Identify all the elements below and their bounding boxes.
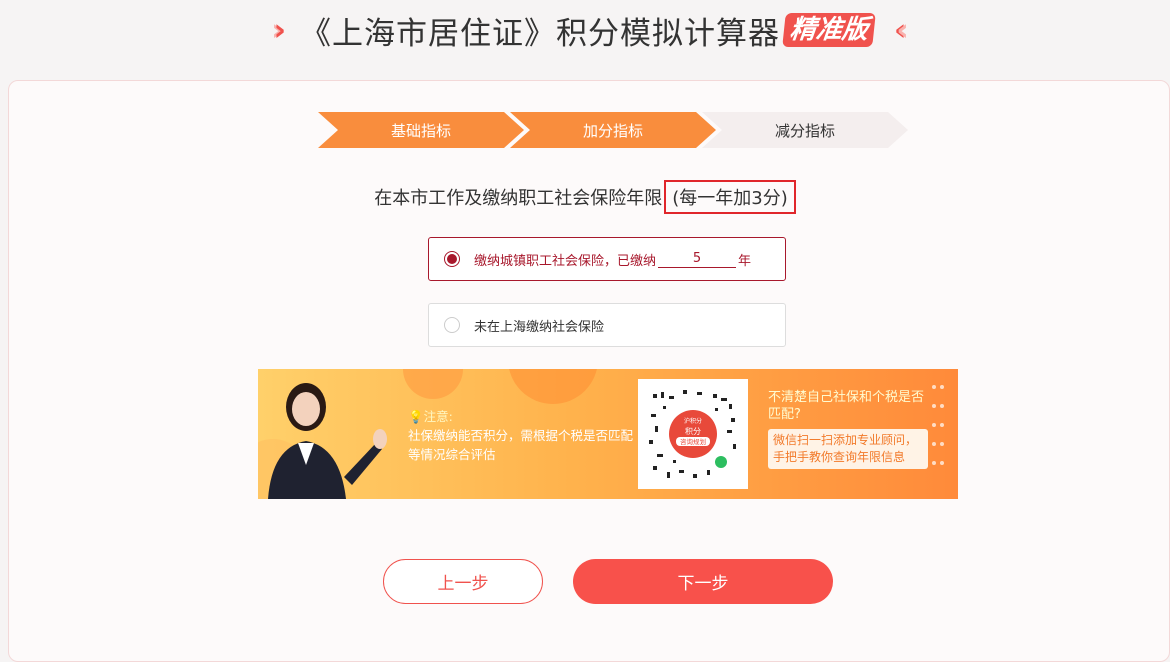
precision-badge: 精准版: [782, 13, 876, 47]
qr-top-text: 沪积分: [684, 417, 702, 425]
qr-mid-text: 积分: [685, 426, 701, 436]
banner-right-title: 不清楚自己社保和个税是否匹配?: [768, 390, 925, 422]
question-hint: (每一年加3分): [664, 180, 796, 214]
page-header: › › 《上海市居住证》积分模拟计算器 精准版 ‹ ‹: [0, 0, 1170, 60]
consultant-photo: [268, 383, 387, 499]
notice-text: 💡 注意: 社保缴纳能否积分，需根据个税是否匹配等情况综合评估: [408, 407, 638, 464]
step-progress: 基础指标 加分指标 减分指标: [318, 112, 908, 148]
lightbulb-icon: 💡: [408, 409, 424, 424]
radio-button-selected[interactable]: [444, 251, 460, 267]
notice-head: 注意:: [423, 409, 453, 424]
step-deduction[interactable]: 减分指标: [702, 112, 908, 148]
option-unpaid-insurance[interactable]: 未在上海缴纳社会保险: [428, 303, 786, 347]
option-paid-insurance[interactable]: 缴纳城镇职工社会保险，已缴纳 5 年: [428, 237, 786, 281]
qr-bottom-text: 咨询规划: [680, 437, 706, 446]
option-paid-prefix: 缴纳城镇职工社会保险，已缴纳: [474, 253, 657, 269]
page-title: 《上海市居住证》积分模拟计算器: [299, 15, 780, 52]
chevron-right-icon: › ›: [271, 12, 288, 48]
option-unpaid-label: 未在上海缴纳社会保险: [474, 319, 605, 335]
notice-body: 社保缴纳能否积分，需根据个税是否匹配等情况综合评估: [408, 428, 634, 462]
option-paid-suffix: 年: [738, 253, 752, 269]
years-input[interactable]: 5: [658, 251, 737, 268]
consult-banner[interactable]: 💡 注意: 社保缴纳能否积分，需根据个税是否匹配等情况综合评估 沪积分 积分 咨询…: [258, 369, 958, 499]
prev-step-button[interactable]: 上一步: [383, 559, 543, 604]
next-step-button[interactable]: 下一步: [573, 559, 833, 604]
qr-code[interactable]: 沪积分 积分 咨询规划: [638, 379, 748, 489]
banner-right-body: 微信扫一扫添加专业顾问，手把手教你查询年限信息: [768, 429, 928, 469]
qr-code-icon: 沪积分 积分 咨询规划: [649, 390, 736, 478]
radio-button[interactable]: [444, 317, 460, 333]
question-title: 在本市工作及缴纳职工社会保险年限 (每一年加3分): [0, 180, 1170, 214]
chevron-left-icon: ‹ ‹: [894, 12, 911, 48]
step-bonus[interactable]: 加分指标: [510, 112, 716, 148]
question-text: 在本市工作及缴纳职工社会保险年限: [374, 188, 663, 209]
decor-dots: [930, 377, 950, 472]
step-basic[interactable]: 基础指标: [318, 112, 524, 148]
